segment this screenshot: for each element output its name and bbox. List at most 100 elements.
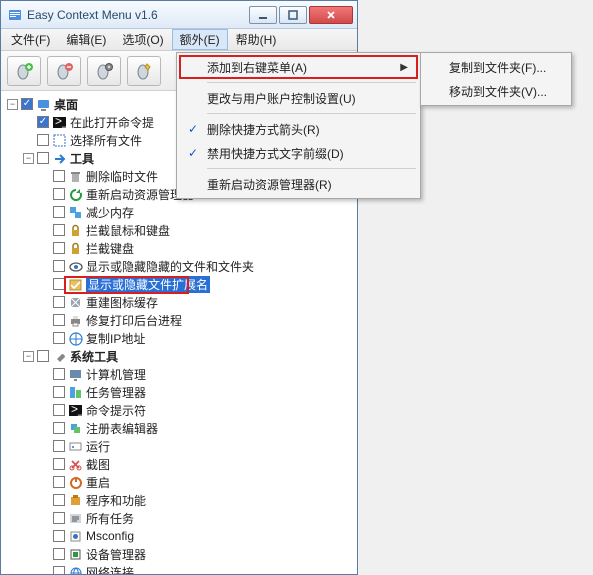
checkbox[interactable] [53, 260, 65, 272]
tree-node[interactable]: 复制IP地址 [39, 329, 355, 347]
close-button[interactable] [309, 6, 353, 24]
tool-mouse-settings[interactable] [87, 56, 121, 86]
tree-node[interactable]: 程序和功能 [39, 491, 355, 509]
tree-node[interactable]: 运行 [39, 437, 355, 455]
expander-icon[interactable]: − [23, 351, 34, 362]
submenu-move-to[interactable]: 移动到文件夹(V)... [423, 79, 569, 103]
lock-icon [68, 241, 83, 256]
menu-restart-explorer[interactable]: 重新启动资源管理器(R) [179, 172, 418, 196]
node-label: Msconfig [86, 529, 134, 543]
node-label: 修复打印后台进程 [86, 312, 182, 329]
snip-icon [68, 457, 83, 472]
tool-mouse-clean[interactable] [127, 56, 161, 86]
checkbox[interactable] [53, 242, 65, 254]
tree-node[interactable]: 拦截鼠标和键盘 [39, 221, 355, 239]
prog-icon [68, 493, 83, 508]
add-to-context-submenu: 复制到文件夹(F)... 移动到文件夹(V)... [420, 52, 572, 106]
checkbox[interactable] [37, 152, 49, 164]
tree-node[interactable]: 重启 [39, 473, 355, 491]
node-label: 重建图标缓存 [86, 294, 158, 311]
menu-remove-arrow[interactable]: ✓删除快捷方式箭头(R) [179, 117, 418, 141]
checkbox[interactable] [53, 332, 65, 344]
checkbox[interactable] [53, 368, 65, 380]
node-label: 命令提示符 [86, 402, 146, 419]
menu-disable-prefix[interactable]: ✓禁用快捷方式文字前缀(D) [179, 141, 418, 165]
ext-icon [68, 277, 83, 292]
tree-node[interactable]: 计算机管理 [39, 365, 355, 383]
maximize-button[interactable] [279, 6, 307, 24]
tree-node[interactable]: 拦截键盘 [39, 239, 355, 257]
tree-node[interactable]: 修复打印后台进程 [39, 311, 355, 329]
tree-node[interactable]: 网络连接 [39, 563, 355, 574]
tool-mouse-remove[interactable] [47, 56, 81, 86]
tree-node[interactable]: 设备管理器 [39, 545, 355, 563]
menu-extra[interactable]: 额外(E) [172, 29, 228, 50]
node-label: 设备管理器 [86, 546, 146, 563]
checkbox[interactable] [53, 530, 65, 542]
checkbox[interactable] [37, 116, 49, 128]
checkbox[interactable] [53, 458, 65, 470]
menu-add-to-context[interactable]: 添加到右键菜单(A) [179, 55, 418, 79]
checkbox[interactable] [53, 170, 65, 182]
node-systools: 系统工具 [70, 348, 118, 365]
svg-text:>_: >_ [55, 115, 67, 128]
tree-node[interactable]: 减少内存 [39, 203, 355, 221]
extra-dropdown: 添加到右键菜单(A) 更改与用户账户控制设置(U) ✓删除快捷方式箭头(R) ✓… [176, 52, 421, 199]
checkbox[interactable] [21, 98, 33, 110]
rebuild-icon [68, 295, 83, 310]
checkbox[interactable] [53, 296, 65, 308]
tree-node[interactable]: >_命令提示符 [39, 401, 355, 419]
tool-mouse-add[interactable] [7, 56, 41, 86]
cmd-icon: >_ [52, 115, 67, 130]
tree-node[interactable]: 任务管理器 [39, 383, 355, 401]
tree-node[interactable]: 注册表编辑器 [39, 419, 355, 437]
node-label: 显示或隐藏隐藏的文件和文件夹 [86, 258, 254, 275]
tree-node[interactable]: − 系统工具 [23, 347, 355, 365]
printer-icon [68, 313, 83, 328]
tree-node[interactable]: 显示或隐藏文件扩展名 [39, 275, 355, 293]
menu-help[interactable]: 帮助(H) [228, 29, 285, 50]
wrench-icon [52, 349, 67, 364]
checkbox[interactable] [53, 422, 65, 434]
node-label: 所有任务 [86, 510, 134, 527]
menu-file[interactable]: 文件(F) [3, 29, 58, 50]
menu-edit[interactable]: 编辑(E) [58, 29, 114, 50]
tree-node[interactable]: 重建图标缓存 [39, 293, 355, 311]
checkbox[interactable] [53, 314, 65, 326]
checkbox[interactable] [53, 494, 65, 506]
checkbox[interactable] [37, 134, 49, 146]
expander-icon[interactable]: − [23, 153, 34, 164]
reg-icon [68, 421, 83, 436]
checkbox[interactable] [53, 566, 65, 574]
tree-node[interactable]: 显示或隐藏隐藏的文件和文件夹 [39, 257, 355, 275]
expander-icon[interactable]: − [7, 99, 18, 110]
net-icon [68, 565, 83, 575]
tree-node[interactable]: Msconfig [39, 527, 355, 545]
checkbox[interactable] [53, 386, 65, 398]
tasks-icon [68, 511, 83, 526]
refresh-icon [68, 187, 83, 202]
menu-options[interactable]: 选项(O) [114, 29, 171, 50]
eye-icon [68, 259, 83, 274]
checkbox[interactable] [53, 440, 65, 452]
submenu-copy-to[interactable]: 复制到文件夹(F)... [423, 55, 569, 79]
checkbox[interactable] [53, 548, 65, 560]
checkbox[interactable] [53, 278, 65, 290]
checkbox[interactable] [53, 188, 65, 200]
tree-node[interactable]: 所有任务 [39, 509, 355, 527]
node-label: 程序和功能 [86, 492, 146, 509]
tree-node[interactable]: 截图 [39, 455, 355, 473]
node-label: 显示或隐藏文件扩展名 [86, 276, 210, 293]
sel-icon [52, 133, 67, 148]
checkbox[interactable] [37, 350, 49, 362]
window-title: Easy Context Menu v1.6 [27, 8, 249, 22]
menu-change-uac[interactable]: 更改与用户账户控制设置(U) [179, 86, 418, 110]
checkbox[interactable] [53, 476, 65, 488]
checkbox[interactable] [53, 404, 65, 416]
node-label: 重启 [86, 474, 110, 491]
checkbox[interactable] [53, 224, 65, 236]
minimize-button[interactable] [249, 6, 277, 24]
device-icon [68, 547, 83, 562]
checkbox[interactable] [53, 206, 65, 218]
checkbox[interactable] [53, 512, 65, 524]
